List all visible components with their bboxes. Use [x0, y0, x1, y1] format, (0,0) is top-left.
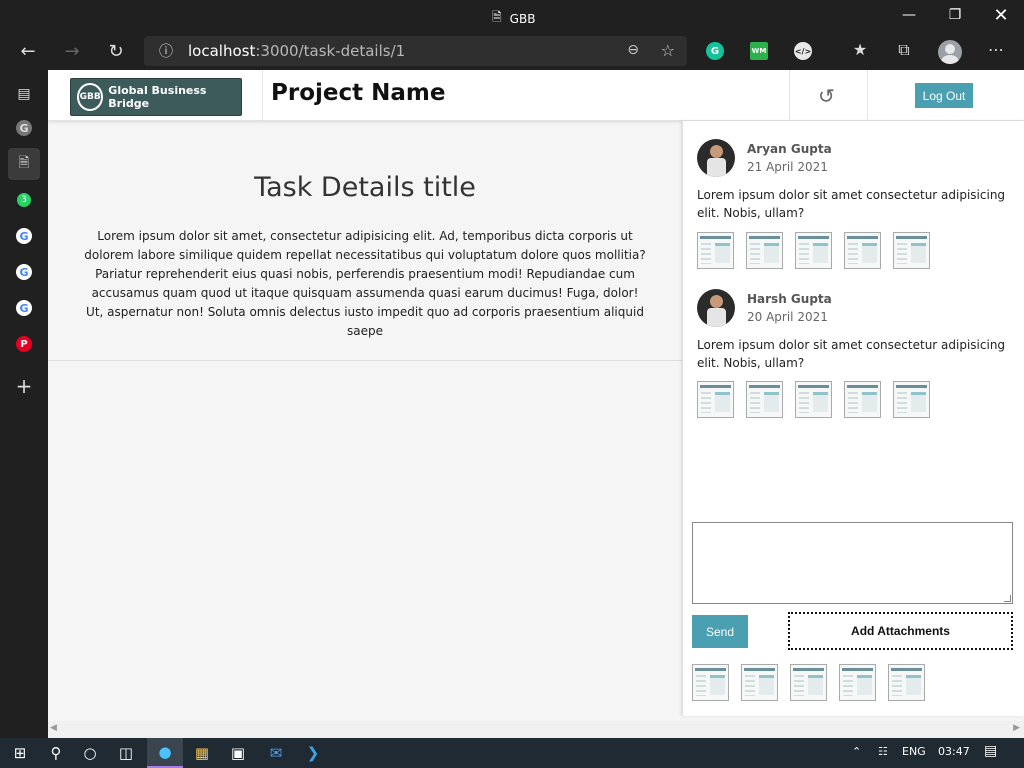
vscode-icon[interactable]: ❯ — [295, 738, 331, 768]
scroll-right-icon[interactable]: ▶ — [1013, 723, 1020, 733]
profile-avatar[interactable] — [938, 40, 962, 64]
restore-button[interactable]: ❐ — [932, 0, 978, 30]
comment-date: 21 April 2021 — [747, 160, 828, 174]
grammarly-icon[interactable]: G — [706, 42, 724, 60]
add-favorite-icon[interactable]: ☆ — [661, 41, 675, 60]
attachment-thumbnail[interactable] — [790, 664, 827, 701]
back-button[interactable]: ← — [12, 36, 44, 66]
google-icon[interactable]: G — [8, 112, 40, 144]
comment-text: Lorem ipsum dolor sit amet consectetur a… — [697, 188, 1006, 220]
minimize-button[interactable]: — — [886, 0, 932, 30]
task-description: Lorem ipsum dolor sit amet, consectetur … — [84, 229, 646, 338]
logo-text: Global Business Bridge — [108, 84, 207, 110]
taskbar: ⊞ ⚲ ○ ◫ ● ▦ ▣ ✉ ❯ ⌃ ☷ ENG 03:47 ▤ — [0, 738, 1024, 768]
browser-toolbar: ← → ↻ ⓘ localhost:3000/task-details/1 ⊖ … — [0, 32, 1024, 70]
attachment-thumbnail[interactable] — [844, 381, 881, 418]
language-indicator[interactable]: ENG — [902, 745, 926, 758]
google-icon[interactable]: G — [8, 256, 40, 288]
task-view-icon[interactable]: ◫ — [108, 738, 144, 768]
search-icon[interactable]: ⚲ — [38, 738, 74, 768]
whatsapp-icon[interactable]: 3 — [8, 184, 40, 216]
app-header: GBB Global Business Bridge Project Name … — [48, 70, 1024, 121]
divider — [867, 70, 868, 121]
attachment-thumbnail[interactable] — [893, 381, 930, 418]
zoom-icon[interactable]: ⊖ — [627, 42, 639, 58]
logout-button[interactable]: Log Out — [915, 83, 973, 108]
favorites-icon[interactable]: ★ — [848, 40, 872, 59]
browser-sidebar: ▤ G 🗎 3 G G G P + — [0, 70, 48, 738]
attachment-thumbnail[interactable] — [746, 381, 783, 418]
task-details: Task Details title Lorem ipsum dolor sit… — [48, 122, 682, 361]
comment-input[interactable] — [692, 522, 1013, 604]
attachment-thumbnail[interactable] — [839, 664, 876, 701]
wm-extension-icon[interactable]: WM — [750, 42, 768, 60]
mail-icon[interactable]: ✉ — [258, 738, 294, 768]
address-bar[interactable]: ⓘ localhost:3000/task-details/1 ⊖ ☆ — [144, 36, 687, 66]
tabs-icon[interactable]: ▤ — [8, 78, 40, 110]
collections-icon[interactable]: ⧉ — [892, 40, 916, 60]
divider — [262, 70, 263, 121]
url-host: localhost — [188, 42, 256, 60]
comment-attachments — [697, 381, 930, 418]
page-title: Project Name — [271, 80, 446, 106]
attachment-thumbnail[interactable] — [697, 232, 734, 269]
comment-author: Harsh Gupta — [747, 292, 832, 306]
windows-start-icon[interactable]: ⊞ — [2, 738, 38, 768]
pinterest-icon[interactable]: P — [8, 328, 40, 360]
resize-handle[interactable] — [1004, 595, 1011, 602]
comment-date: 20 April 2021 — [747, 310, 828, 324]
clock[interactable]: 03:47 — [938, 745, 970, 758]
wifi-icon[interactable]: ☷ — [878, 745, 888, 758]
avatar — [697, 289, 735, 327]
edge-icon[interactable]: ● — [147, 738, 183, 768]
add-icon[interactable]: + — [8, 370, 40, 402]
avatar — [697, 139, 735, 177]
attachment-thumbnail[interactable] — [795, 232, 832, 269]
scroll-left-icon[interactable]: ◀ — [50, 723, 57, 733]
page-icon: 🗎 — [492, 10, 502, 24]
comment-author: Aryan Gupta — [747, 142, 832, 156]
close-button[interactable]: ✕ — [978, 0, 1024, 30]
chevron-up-icon[interactable]: ⌃ — [852, 745, 861, 758]
attachment-thumbnail[interactable] — [697, 381, 734, 418]
horizontal-scrollbar[interactable]: ◀ ▶ — [48, 721, 1024, 738]
page-viewport: GBB Global Business Bridge Project Name … — [48, 70, 1024, 738]
info-icon[interactable]: ⓘ — [144, 41, 188, 61]
file-explorer-icon[interactable]: ▦ — [184, 738, 220, 768]
store-icon[interactable]: ▣ — [220, 738, 256, 768]
pending-attachments — [692, 664, 925, 701]
undo-icon[interactable]: ↺ — [818, 84, 835, 108]
devtools-extension-icon[interactable]: </> — [794, 42, 812, 60]
attachment-thumbnail[interactable] — [795, 381, 832, 418]
comment-attachments — [697, 232, 930, 269]
attachment-thumbnail[interactable] — [692, 664, 729, 701]
attachment-thumbnail[interactable] — [741, 664, 778, 701]
window-title: 🗎 GBB — [492, 8, 535, 29]
google-icon[interactable]: G — [8, 292, 40, 324]
logo[interactable]: GBB Global Business Bridge — [70, 78, 242, 116]
logo-mark: GBB — [77, 83, 104, 111]
comment-text: Lorem ipsum dolor sit amet consectetur a… — [697, 338, 1006, 370]
notifications-icon[interactable]: ▤ — [984, 743, 997, 759]
more-menu-icon[interactable]: ⋯ — [984, 40, 1008, 59]
attachment-thumbnail[interactable] — [746, 232, 783, 269]
google-icon[interactable]: G — [8, 220, 40, 252]
window-titlebar: 🗎 GBB — ❐ ✕ — [0, 0, 1024, 32]
divider — [789, 70, 790, 121]
forward-button[interactable]: → — [56, 36, 88, 66]
reload-button[interactable]: ↻ — [100, 36, 132, 66]
attachment-thumbnail[interactable] — [893, 232, 930, 269]
task-title: Task Details title — [254, 172, 476, 203]
cortana-icon[interactable]: ○ — [72, 738, 108, 768]
comments-panel: Aryan Gupta 21 April 2021 Lorem ipsum do… — [682, 121, 1024, 716]
attachment-thumbnail[interactable] — [888, 664, 925, 701]
send-button[interactable]: Send — [692, 615, 748, 648]
page-icon[interactable]: 🗎 — [8, 148, 40, 180]
url-path: :3000/task-details/1 — [255, 42, 406, 60]
add-attachments-button[interactable]: Add Attachments — [788, 612, 1013, 650]
attachment-thumbnail[interactable] — [844, 232, 881, 269]
